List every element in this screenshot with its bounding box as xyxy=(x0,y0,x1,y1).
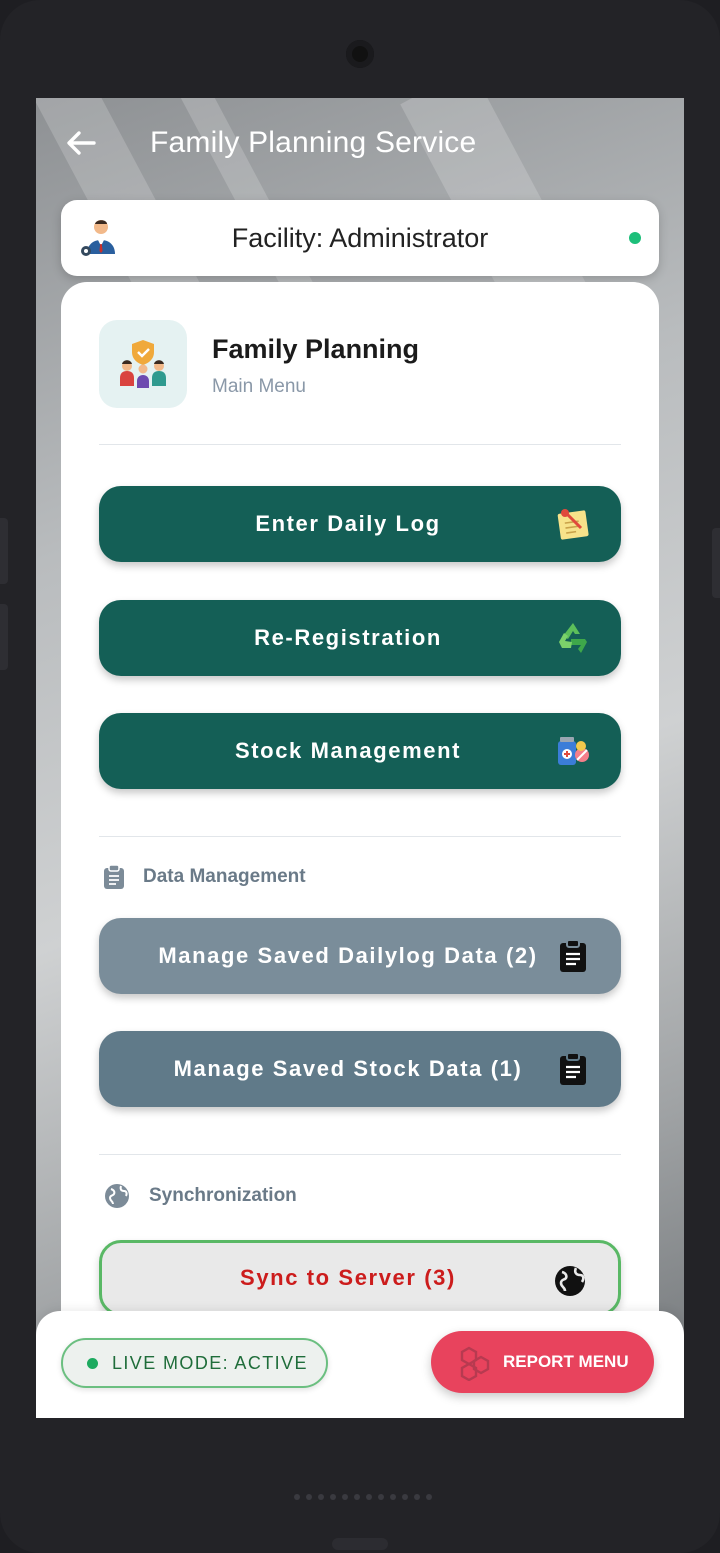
clipboard-icon xyxy=(555,1051,591,1087)
button-label: Manage Saved Dailylog Data (2) xyxy=(158,943,538,968)
module-icon-tile xyxy=(99,320,187,408)
main-menu-card: Family Planning Main Menu Enter Daily Lo… xyxy=(61,282,659,1342)
module-subtitle: Main Menu xyxy=(212,376,306,397)
app-bar: Family Planning Service xyxy=(36,98,684,190)
button-label: Re-Registration xyxy=(254,625,442,650)
data-management-heading: Data Management xyxy=(103,864,306,890)
app-screen: Family Planning Service Facility: Admini… xyxy=(36,98,684,1418)
hexagons-icon xyxy=(460,1346,490,1381)
live-mode-status[interactable]: LIVE MODE: ACTIVE xyxy=(61,1338,328,1388)
power-button xyxy=(712,528,720,598)
manage-saved-stock-button[interactable]: Manage Saved Stock Data (1) xyxy=(99,1031,621,1107)
sync-to-server-button[interactable]: Sync to Server (3) xyxy=(99,1240,621,1316)
section-label: Synchronization xyxy=(149,1185,297,1206)
stock-management-button[interactable]: Stock Management xyxy=(99,713,621,789)
module-title: Family Planning xyxy=(212,334,420,364)
medicine-icon xyxy=(555,733,591,769)
bottom-bar: LIVE MODE: ACTIVE REPORT MENU xyxy=(36,1311,684,1418)
section-label: Data Management xyxy=(143,866,306,887)
report-menu-label: REPORT MENU xyxy=(503,1352,629,1371)
live-dot xyxy=(87,1357,98,1369)
status-dot xyxy=(629,232,641,244)
phone-frame: Family Planning Service Facility: Admini… xyxy=(0,0,720,1553)
button-label: Stock Management xyxy=(234,738,462,763)
enter-daily-log-button[interactable]: Enter Daily Log xyxy=(99,486,621,562)
speaker-grille xyxy=(294,1494,432,1500)
live-mode-label: LIVE MODE: ACTIVE xyxy=(112,1352,308,1373)
synchronization-heading: Synchronization xyxy=(103,1182,297,1210)
button-label: Manage Saved Stock Data (1) xyxy=(173,1056,523,1081)
manage-saved-dailylog-button[interactable]: Manage Saved Dailylog Data (2) xyxy=(99,918,621,994)
back-arrow-icon[interactable] xyxy=(64,126,98,160)
volume-down-button xyxy=(0,604,8,670)
button-label: Enter Daily Log xyxy=(255,511,441,536)
globe-icon xyxy=(105,1184,129,1208)
divider xyxy=(99,836,621,837)
re-registration-button[interactable]: Re-Registration xyxy=(99,600,621,676)
family-icon xyxy=(120,340,166,388)
clipboard-icon xyxy=(104,864,124,889)
home-indicator xyxy=(332,1538,388,1550)
divider xyxy=(99,1154,621,1155)
notepad-icon xyxy=(555,506,591,542)
recycle-icon xyxy=(555,620,591,656)
divider xyxy=(99,444,621,445)
volume-up-button xyxy=(0,518,8,584)
facility-label: Facility: Administrator xyxy=(231,223,489,253)
clipboard-icon xyxy=(555,938,591,974)
front-camera xyxy=(346,40,374,68)
page-title: Family Planning Service xyxy=(150,126,477,159)
facility-bar: Facility: Administrator xyxy=(61,200,659,276)
globe-icon xyxy=(552,1263,588,1299)
report-menu-button[interactable]: REPORT MENU xyxy=(431,1331,654,1393)
button-label: Sync to Server (3) xyxy=(240,1265,456,1290)
